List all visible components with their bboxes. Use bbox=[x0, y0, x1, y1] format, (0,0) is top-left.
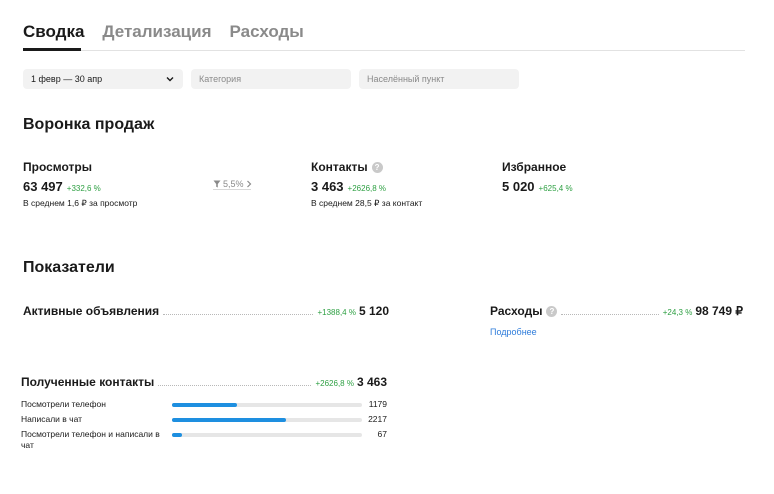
favorites-metric: Избранное 5 020 +625,4 % bbox=[502, 160, 573, 194]
expenses-value: 98 749 ₽ bbox=[695, 304, 743, 318]
expenses-delta: +24,3 % bbox=[662, 308, 693, 317]
favorites-delta: +625,4 % bbox=[538, 184, 573, 193]
received-contacts-value: 3 463 bbox=[356, 375, 387, 389]
progress-track bbox=[172, 418, 362, 422]
conversion-rate[interactable]: 5,5% bbox=[213, 179, 252, 189]
received-contacts-delta: +2626,8 % bbox=[315, 379, 354, 388]
contacts-label: Контакты bbox=[311, 160, 368, 174]
metrics-title: Показатели bbox=[23, 259, 115, 276]
location-input[interactable]: Населённый пункт bbox=[359, 69, 519, 89]
conversion-value: 5,5% bbox=[223, 179, 244, 189]
progress-fill bbox=[172, 418, 286, 422]
expenses-label: Расходы bbox=[490, 304, 543, 318]
breakdown-label: Написали в чат bbox=[21, 414, 83, 424]
progress-fill bbox=[172, 403, 237, 407]
active-ads-delta: +1388,4 % bbox=[317, 308, 356, 317]
views-subtext: В среднем 1,6 ₽ за просмотр bbox=[23, 198, 138, 208]
views-value: 63 497 bbox=[23, 179, 63, 194]
active-ads-label: Активные объявления bbox=[23, 304, 160, 318]
tab-details[interactable]: Детализация bbox=[102, 22, 211, 42]
progress-fill bbox=[172, 433, 182, 437]
dotted-leader bbox=[561, 314, 659, 315]
breakdown-label: Посмотрели телефон bbox=[21, 399, 106, 409]
funnel-icon bbox=[213, 180, 221, 188]
breakdown-value: 2217 bbox=[368, 414, 387, 424]
contacts-subtext: В среднем 28,5 ₽ за контакт bbox=[311, 198, 423, 208]
favorites-label: Избранное bbox=[502, 160, 567, 174]
breakdown-label: Посмотрели телефон и написали в чат bbox=[21, 429, 160, 450]
help-icon[interactable]: ? bbox=[371, 161, 383, 173]
dotted-leader bbox=[163, 314, 314, 315]
tab-summary[interactable]: Сводка bbox=[23, 22, 84, 42]
contacts-metric: Контакты ? 3 463 +2626,8 % В среднем 28,… bbox=[311, 160, 422, 209]
progress-track bbox=[172, 433, 362, 437]
breakdown-row: Посмотрели телефон и написали в чат 67 bbox=[21, 429, 387, 451]
category-input[interactable]: Категория bbox=[191, 69, 351, 89]
chevron-down-icon bbox=[166, 77, 174, 82]
conversion-underline bbox=[213, 189, 251, 190]
date-range-select[interactable]: 1 февр — 30 апр bbox=[23, 69, 183, 89]
chevron-right-icon bbox=[246, 180, 251, 188]
progress-track bbox=[172, 403, 362, 407]
active-ads-row: Активные объявления +1388,4 % 5 120 bbox=[23, 304, 389, 318]
help-icon[interactable]: ? bbox=[546, 305, 558, 317]
received-contacts-label: Полученные контакты bbox=[21, 375, 155, 389]
active-ads-value: 5 120 bbox=[358, 304, 389, 318]
tabs-divider bbox=[23, 50, 745, 51]
expenses-details-link[interactable]: Подробнее bbox=[490, 327, 537, 337]
breakdown-value: 67 bbox=[377, 429, 387, 439]
active-tab-indicator bbox=[23, 48, 81, 51]
dotted-leader bbox=[158, 385, 312, 386]
contacts-delta: +2626,8 % bbox=[347, 184, 387, 193]
tab-expenses[interactable]: Расходы bbox=[230, 22, 304, 42]
breakdown-value: 1179 bbox=[368, 399, 387, 409]
tabs-bar: Сводка Детализация Расходы bbox=[23, 22, 304, 42]
received-contacts-row: Полученные контакты +2626,8 % 3 463 bbox=[21, 375, 387, 389]
expenses-row: Расходы ? +24,3 % 98 749 ₽ bbox=[490, 304, 743, 318]
contacts-value: 3 463 bbox=[311, 179, 344, 194]
favorites-value: 5 020 bbox=[502, 179, 535, 194]
funnel-title: Воронка продаж bbox=[23, 116, 155, 133]
breakdown-row: Написали в чат 2217 bbox=[21, 414, 387, 425]
breakdown-row: Посмотрели телефон 1179 bbox=[21, 399, 387, 410]
views-label: Просмотры bbox=[23, 160, 93, 174]
views-metric: Просмотры 63 497 +332,6 % В среднем 1,6 … bbox=[23, 160, 137, 209]
filters-row: 1 февр — 30 апр Категория Населённый пун… bbox=[23, 69, 519, 89]
views-delta: +332,6 % bbox=[66, 184, 101, 193]
date-range-value: 1 февр — 30 апр bbox=[31, 74, 103, 84]
